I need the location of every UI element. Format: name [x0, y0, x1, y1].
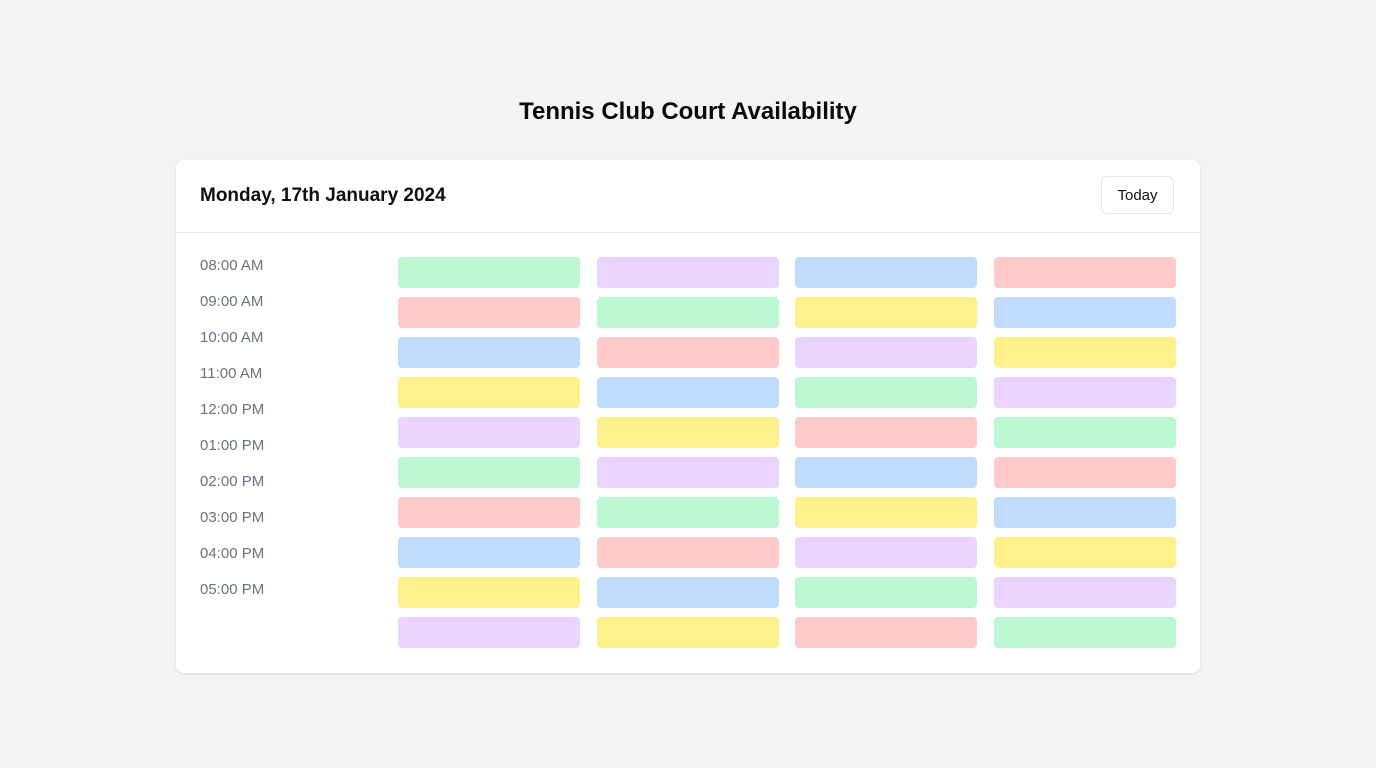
- time-label: 11:00 AM: [200, 365, 263, 382]
- court-slot[interactable]: [993, 377, 1176, 408]
- court-slot[interactable]: [398, 337, 580, 368]
- court-slot[interactable]: [596, 297, 779, 328]
- page-title: Tennis Club Court Availability: [519, 98, 857, 125]
- page: Tennis Club Court Availability Monday, 1…: [0, 0, 1376, 768]
- time-label: 02:00 PM: [200, 473, 265, 490]
- today-button[interactable]: Today: [1101, 176, 1174, 214]
- court-slot[interactable]: [596, 497, 779, 528]
- court-slot[interactable]: [993, 497, 1176, 528]
- court-slot[interactable]: [596, 377, 779, 408]
- court-slot[interactable]: [596, 537, 779, 568]
- court-slot[interactable]: [596, 257, 779, 288]
- court-slot[interactable]: [795, 377, 977, 408]
- court-slot[interactable]: [398, 537, 580, 568]
- time-label: 08:00 AM: [200, 257, 264, 274]
- court-slot[interactable]: [398, 417, 580, 448]
- time-label: 10:00 AM: [200, 329, 264, 346]
- court-slot[interactable]: [398, 577, 580, 608]
- court-slot[interactable]: [596, 577, 779, 608]
- court-slot[interactable]: [596, 417, 779, 448]
- court-slot[interactable]: [795, 617, 977, 648]
- schedule-card: Monday, 17th January 2024 Today 08:00 AM…: [176, 160, 1200, 673]
- date-label: Monday, 17th January 2024: [200, 185, 446, 206]
- court-slot[interactable]: [795, 457, 977, 488]
- court-slot[interactable]: [398, 617, 580, 648]
- court-slot[interactable]: [993, 537, 1176, 568]
- time-label: 12:00 PM: [200, 401, 265, 418]
- court-slot[interactable]: [795, 577, 977, 608]
- court-slot[interactable]: [993, 297, 1176, 328]
- court-slot[interactable]: [398, 257, 580, 288]
- court-slot[interactable]: [596, 457, 779, 488]
- card-header: Monday, 17th January 2024 Today: [176, 160, 1200, 233]
- court-slot[interactable]: [795, 297, 977, 328]
- court-slot[interactable]: [398, 297, 580, 328]
- court-slot[interactable]: [398, 497, 580, 528]
- court-slot[interactable]: [795, 257, 977, 288]
- court-slot[interactable]: [993, 577, 1176, 608]
- time-label: 09:00 AM: [200, 293, 264, 310]
- time-label: 01:00 PM: [200, 437, 265, 454]
- court-slot[interactable]: [795, 497, 977, 528]
- court-slot[interactable]: [993, 457, 1176, 488]
- court-slot[interactable]: [398, 377, 580, 408]
- time-label: 04:00 PM: [200, 545, 265, 562]
- court-slot[interactable]: [795, 417, 977, 448]
- court-slot[interactable]: [993, 417, 1176, 448]
- court-slot[interactable]: [993, 257, 1176, 288]
- court-slot[interactable]: [596, 337, 779, 368]
- time-label: 03:00 PM: [200, 509, 265, 526]
- time-label: 05:00 PM: [200, 581, 265, 598]
- court-slot[interactable]: [993, 337, 1176, 368]
- court-slot[interactable]: [596, 617, 779, 648]
- court-slot[interactable]: [795, 337, 977, 368]
- court-slot[interactable]: [993, 617, 1176, 648]
- court-slot[interactable]: [795, 537, 977, 568]
- court-slot[interactable]: [398, 457, 580, 488]
